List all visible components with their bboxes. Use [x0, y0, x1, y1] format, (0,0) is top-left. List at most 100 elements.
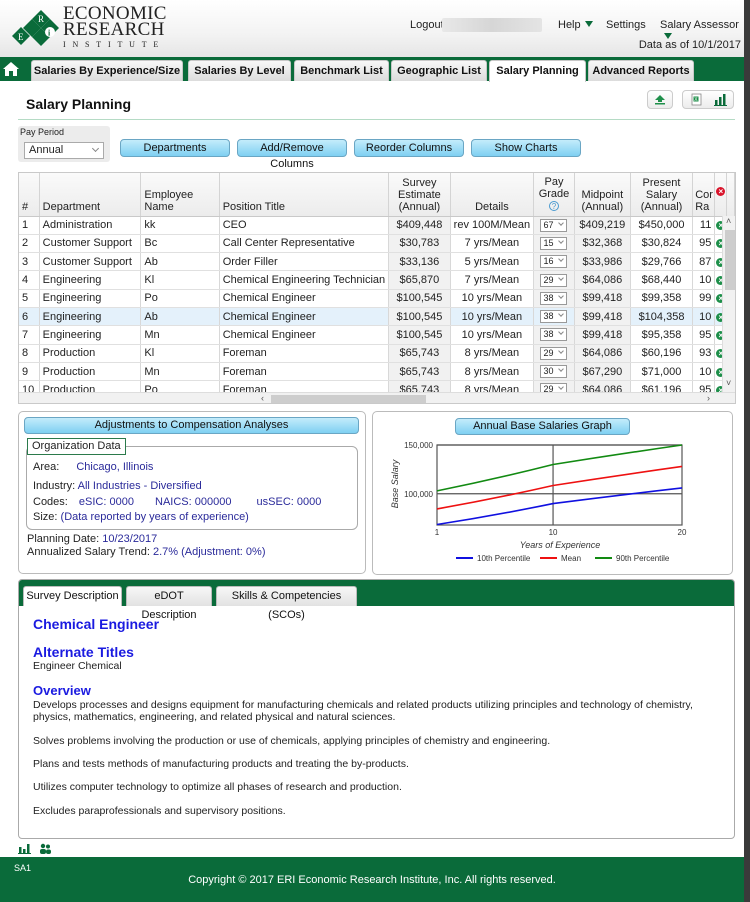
details-cell[interactable]: 7 yrs/Mean	[450, 234, 535, 254]
col-department[interactable]: Department	[39, 173, 142, 217]
horizontal-scroll-thumb[interactable]	[271, 395, 426, 403]
table-row[interactable]: 1 Administration kk CEO $409,448 rev 100M/Mea…	[19, 216, 735, 235]
x-tick-label: 10	[549, 528, 558, 537]
reorder-columns-button[interactable]: Reorder Columns	[354, 139, 464, 157]
col-employee-name[interactable]: Employee Name	[140, 173, 220, 217]
present-salary-cell[interactable]: $68,440	[630, 270, 694, 290]
details-cell[interactable]: 10 yrs/Mean	[450, 289, 535, 308]
present-salary-cell[interactable]: $30,824	[630, 234, 694, 254]
pay-grade-select[interactable]: 38	[540, 328, 568, 342]
pay-grade-select[interactable]: 30	[540, 365, 568, 379]
scroll-right-icon[interactable]: ›	[707, 393, 710, 403]
present-salary-cell[interactable]: $99,358	[630, 289, 694, 308]
scroll-down-icon[interactable]: ˅	[726, 378, 731, 388]
details-cell[interactable]: 8 yrs/Mean	[450, 362, 535, 382]
pay-grade-select[interactable]: 15	[540, 236, 568, 250]
overview-heading: Overview	[33, 683, 91, 698]
tab-salaries-by-level[interactable]: Salaries By Level	[188, 60, 291, 81]
present-salary-cell[interactable]: $450,000	[630, 216, 694, 235]
pay-grade-value: 67	[543, 219, 554, 230]
overview-paragraph: Plans and tests methods of manufacturing…	[33, 758, 409, 770]
planning-date-value[interactable]: 10/23/2017	[102, 533, 157, 545]
x-tick-label: 1	[435, 528, 440, 537]
annual-base-salaries-graph-button[interactable]: Annual Base Salaries Graph	[455, 418, 630, 435]
table-row[interactable]: 2 Customer Support Bc Call Center Represent…	[19, 234, 735, 254]
col-num[interactable]: #	[19, 173, 40, 217]
delete-all-icon[interactable]: ×	[716, 187, 726, 196]
col-delete-all[interactable]: ×	[714, 173, 728, 217]
details-cell[interactable]: 7 yrs/Mean	[450, 270, 535, 290]
pay-grade-select[interactable]: 38	[540, 310, 568, 324]
vertical-scrollbar[interactable]: ˄ ˅	[722, 216, 735, 392]
excel-icon[interactable]: X	[685, 91, 709, 108]
pay-period-select[interactable]: Annual	[24, 142, 104, 159]
position-title-cell: Chemical Engineer	[219, 289, 390, 308]
details-cell[interactable]: 10 yrs/Mean	[450, 325, 535, 345]
compa-ratio-cell: 10	[692, 270, 716, 290]
col-pay-grade[interactable]: Pay Grade ?	[533, 173, 575, 217]
details-cell[interactable]: 5 yrs/Mean	[450, 252, 535, 272]
col-present-salary[interactable]: Present Salary (Annual)	[630, 173, 694, 217]
scroll-up-icon[interactable]: ˄	[726, 216, 731, 226]
pay-grade-select[interactable]: 16	[540, 255, 568, 269]
area-label: Area:	[33, 461, 60, 473]
adjustments-button[interactable]: Adjustments to Compensation Analyses	[24, 417, 359, 434]
pay-grade-value: 30	[543, 366, 554, 377]
settings-link[interactable]: Settings	[606, 19, 646, 31]
table-row[interactable]: 9 Production Mn Foreman $65,743 8 yrs/Mean 30 $…	[19, 362, 735, 382]
present-salary-cell[interactable]: $95,358	[630, 325, 694, 345]
bar-chart-icon[interactable]	[711, 91, 731, 108]
present-salary-cell[interactable]: $71,000	[630, 362, 694, 382]
upload-button[interactable]	[647, 90, 673, 109]
table-row[interactable]: 3 Customer Support Ab Order Filler $33,136 5 …	[19, 252, 735, 272]
horizontal-scrollbar[interactable]: ‹ ›	[19, 392, 735, 403]
home-icon[interactable]	[2, 61, 20, 77]
users-icon[interactable]	[38, 843, 52, 854]
details-cell[interactable]: rev 100M/Mean	[450, 216, 535, 235]
departments-button[interactable]: Departments	[120, 139, 230, 157]
tab-salaries-by-experience[interactable]: Salaries By Experience/Size	[31, 60, 183, 81]
alternate-titles-value: Engineer Chemical	[33, 660, 122, 672]
bar-chart-icon[interactable]	[18, 843, 32, 854]
window-edge	[744, 0, 750, 902]
table-row[interactable]: 8 Production Kl Foreman $65,743 8 yrs/Mean 29 $…	[19, 344, 735, 363]
col-details[interactable]: Details	[450, 173, 535, 217]
tab-benchmark-list[interactable]: Benchmark List	[294, 60, 389, 81]
tab-survey-description[interactable]: Survey Description	[23, 586, 122, 606]
pay-grade-select[interactable]: 67	[540, 218, 568, 232]
pay-grade-select[interactable]: 29	[540, 273, 568, 287]
scroll-left-icon[interactable]: ‹	[261, 393, 264, 403]
help-icon[interactable]: ?	[548, 201, 559, 211]
tab-salary-planning[interactable]: Salary Planning	[489, 60, 586, 82]
col-survey-estimate[interactable]: Survey Estimate (Annual)	[388, 173, 451, 217]
col-position-title[interactable]: Position Title	[219, 173, 390, 217]
position-title-heading: Chemical Engineer	[33, 616, 160, 632]
logout-link[interactable]: Logout	[410, 19, 444, 31]
tab-edot-description[interactable]: eDOT Description	[126, 586, 212, 621]
vertical-scroll-thumb[interactable]	[725, 230, 735, 290]
industry-value[interactable]: All Industries - Diversified	[78, 480, 202, 492]
help-menu[interactable]: Help	[558, 19, 593, 31]
add-remove-columns-button[interactable]: Add/Remove Columns	[237, 139, 347, 170]
row-number: 8	[19, 344, 40, 363]
pay-grade-select[interactable]: 29	[540, 346, 568, 360]
details-cell[interactable]: 8 yrs/Mean	[450, 344, 535, 363]
tab-skills-competencies[interactable]: Skills & Competencies (SCOs)	[216, 586, 357, 621]
tab-advanced-reports[interactable]: Advanced Reports	[588, 60, 694, 81]
present-salary-cell[interactable]: $104,358	[630, 307, 694, 327]
table-row[interactable]: 7 Engineering Mn Chemical Engineer $100,545 1…	[19, 325, 735, 345]
salary-trend-value[interactable]: 2.7% (Adjustment: 0%)	[153, 546, 266, 558]
present-salary-cell[interactable]: $29,766	[630, 252, 694, 272]
pay-grade-select[interactable]: 38	[540, 291, 568, 305]
table-row[interactable]: 5 Engineering Po Chemical Engineer $100,545 1…	[19, 289, 735, 308]
table-row[interactable]: 4 Engineering Kl Chemical Engineering Techn…	[19, 270, 735, 290]
show-charts-button[interactable]: Show Charts	[471, 139, 581, 157]
tab-geographic-list[interactable]: Geographic List	[391, 60, 487, 81]
logo-text: ECONOMIC RESEARCH INSTITUTE	[63, 4, 167, 49]
col-midpoint[interactable]: Midpoint (Annual)	[574, 173, 631, 217]
col-compa-ratio[interactable]: Cor Ra	[692, 173, 716, 217]
table-row[interactable]: 6 Engineering Ab Chemical Engineer $100,545 1…	[19, 307, 735, 327]
present-salary-cell[interactable]: $60,196	[630, 344, 694, 363]
details-cell[interactable]: 10 yrs/Mean	[450, 307, 535, 327]
area-value[interactable]: Chicago, Illinois	[76, 461, 153, 473]
